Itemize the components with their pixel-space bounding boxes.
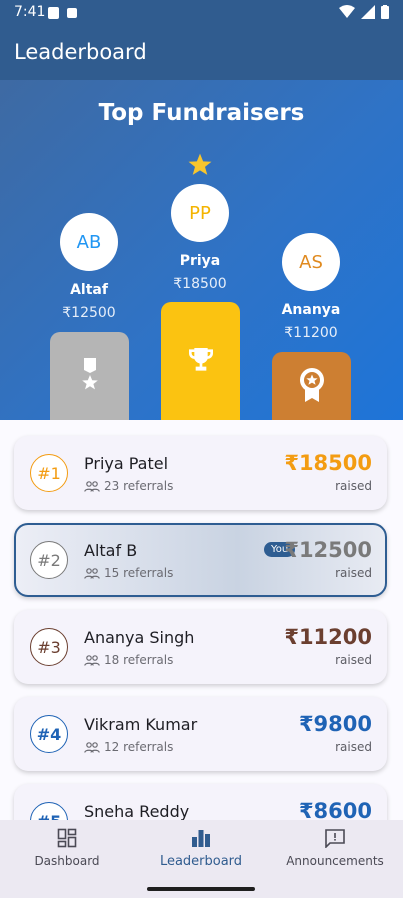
raised-label: raised — [335, 653, 372, 667]
award-icon — [299, 368, 324, 402]
rank-badge: #3 — [30, 628, 68, 666]
amount-raised: ₹12500 — [284, 538, 372, 562]
raised-label: raised — [335, 479, 372, 493]
star-icon — [188, 153, 212, 175]
podium-title: Top Fundraisers — [98, 100, 305, 126]
participant-name: Ananya Singh — [84, 628, 195, 647]
referrals-count: 12 referrals — [84, 740, 173, 754]
nav-leaderboard-label: Leaderboard — [159, 854, 243, 869]
referrals-text: 12 referrals — [104, 740, 174, 754]
nav-dashboard-label: Dashboard — [34, 854, 100, 868]
participant-name: Priya Patel — [84, 454, 169, 473]
sd-card-icon — [48, 7, 59, 19]
nav-announcements[interactable]: Announcements — [268, 820, 402, 898]
podium-third-name: Ananya — [281, 302, 341, 318]
rank-badge: #2 — [30, 541, 68, 579]
notification-icon — [67, 8, 77, 18]
referrals-count: 18 referrals — [84, 653, 173, 667]
podium-second-name: Altaf — [70, 282, 108, 298]
trophy-icon — [188, 348, 213, 371]
nav-announcements-label: Announcements — [286, 854, 384, 868]
leaderboard-card[interactable]: #4 Vikram Kumar 12 referrals ₹9800 raise… — [14, 697, 387, 771]
group-icon — [84, 654, 100, 666]
signal-icon — [361, 5, 375, 19]
gesture-bar — [147, 887, 255, 891]
leaderboard-icon — [192, 830, 210, 847]
leaderboard-card[interactable]: #1 Priya Patel 23 referrals ₹18500 raise… — [14, 436, 387, 510]
podium-first-amount: ₹18500 — [173, 276, 227, 292]
page-title: Leaderboard — [14, 40, 147, 64]
military-medal-icon — [81, 358, 98, 390]
podium-second-pillar — [50, 332, 129, 420]
group-icon — [84, 741, 100, 753]
participant-name: Vikram Kumar — [84, 715, 198, 734]
referrals-count: 23 referrals — [84, 479, 173, 493]
battery-icon — [381, 5, 389, 19]
app-bar: Leaderboard — [0, 26, 403, 80]
amount-raised: ₹8600 — [298, 799, 372, 820]
rank-badge: #1 — [30, 454, 68, 492]
referrals-text: 23 referrals — [104, 479, 174, 493]
avatar-third[interactable]: AS — [282, 233, 340, 291]
raised-label: raised — [335, 566, 372, 580]
podium-section: Top Fundraisers PP Priya ₹18500 AB Altaf… — [0, 80, 403, 420]
podium-first-name: Priya — [179, 253, 221, 269]
participant-name: Sneha Reddy — [84, 802, 190, 820]
avatar-initials: AB — [76, 231, 102, 253]
podium-third-pillar — [272, 352, 351, 420]
avatar-initials: PP — [189, 202, 211, 224]
status-bar: 7:41 — [0, 0, 403, 26]
leaderboard-card[interactable]: #5 Sneha Reddy ₹8600 — [14, 784, 387, 820]
amount-raised: ₹11200 — [284, 625, 372, 649]
dashboard-icon — [57, 828, 77, 848]
referrals-text: 18 referrals — [104, 653, 174, 667]
leaderboard-card-current-user[interactable]: #2 Altaf B 15 referrals You ₹12500 raise… — [14, 523, 387, 597]
group-icon — [84, 567, 100, 579]
leaderboard-card[interactable]: #3 Ananya Singh 18 referrals ₹11200 rais… — [14, 610, 387, 684]
avatar-initials: AS — [299, 251, 323, 273]
status-time: 7:41 — [14, 4, 46, 20]
podium-second-amount: ₹12500 — [62, 305, 116, 321]
amount-raised: ₹18500 — [284, 451, 372, 475]
avatar-first[interactable]: PP — [171, 184, 229, 242]
amount-raised: ₹9800 — [298, 712, 372, 736]
podium-first-pillar — [161, 302, 240, 420]
leaderboard-list[interactable]: #1 Priya Patel 23 referrals ₹18500 raise… — [0, 420, 403, 820]
raised-label: raised — [335, 740, 372, 754]
participant-name: Altaf B — [84, 541, 138, 560]
referrals-text: 15 referrals — [104, 566, 174, 580]
podium-third-amount: ₹11200 — [284, 325, 338, 341]
wifi-icon — [339, 5, 355, 18]
referrals-count: 15 referrals — [84, 566, 173, 580]
rank-badge: #5 — [30, 802, 68, 820]
nav-dashboard[interactable]: Dashboard — [0, 820, 134, 898]
rank-badge: #4 — [30, 715, 68, 753]
group-icon — [84, 480, 100, 492]
avatar-second[interactable]: AB — [60, 213, 118, 271]
announcement-icon — [325, 829, 345, 848]
